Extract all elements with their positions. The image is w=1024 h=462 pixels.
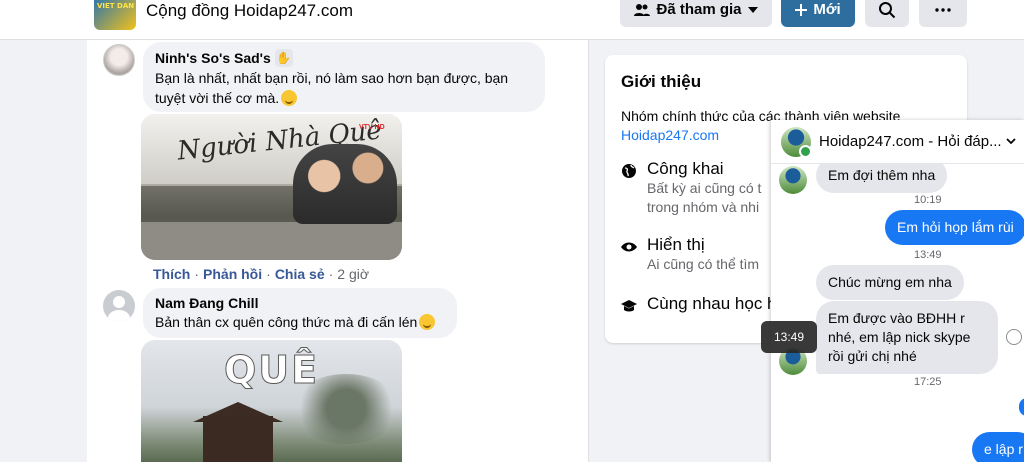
reply-link[interactable]: Phản hồi (203, 266, 262, 282)
commenter-avatar[interactable] (103, 44, 135, 76)
people-icon (634, 3, 651, 16)
chat-message-sent-edge (1019, 398, 1024, 416)
privacy-text: Công khai Bất kỳ ai cũng có t trong nhóm… (647, 159, 761, 217)
comment-actions: Thích · Phản hồi · Chia sẻ · 2 giờ (153, 266, 369, 282)
emoji-icon (419, 314, 436, 330)
group-logo-text: VIET DAN (97, 2, 135, 10)
globe-icon (622, 164, 636, 178)
search-button[interactable] (865, 0, 909, 27)
more-button[interactable] (919, 0, 967, 27)
feed-column: Ninh's So's Sad's ✋ Bạn là nhất, nhất bạ… (87, 40, 589, 462)
comment-image[interactable]: QUÊ (141, 340, 402, 462)
timestamp-tooltip: 13:49 (761, 321, 817, 353)
search-icon (879, 1, 896, 18)
chat-timestamp: 10:19 (914, 194, 942, 206)
separator: · (194, 266, 200, 282)
comment-author[interactable]: Ninh's So's Sad's (155, 50, 271, 66)
chat-message-sent[interactable]: Em hỏi họp lắm rùi (885, 210, 1024, 245)
chat-name: Hoidap247.com - Hỏi đáp... (819, 133, 1002, 150)
privacy-title: Công khai (647, 159, 724, 178)
chat-timestamp: 17:25 (914, 376, 942, 388)
react-icon[interactable] (1006, 329, 1022, 345)
separator: · (266, 266, 271, 282)
comment-bubble: Nam Đang Chill Bản thân cx quên công thứ… (143, 288, 457, 338)
chevron-down-icon (1005, 138, 1016, 145)
chat-body: Em đợi thêm nha 10:19 Em hỏi họp lắm rùi… (771, 158, 1024, 462)
group-logo[interactable]: VIET DAN (94, 0, 136, 30)
image-title: QUÊ (223, 348, 320, 393)
joined-label: Đã tham gia (656, 1, 742, 18)
comment-image[interactable]: Người Nhà Quê VTV HD (141, 114, 402, 260)
caret-down-icon (747, 6, 758, 13)
comment-text-row: Bạn là nhất, nhất bạn rồi, nó làm sao hơ… (155, 68, 533, 108)
learning-title: Cùng nhau học h (647, 294, 777, 313)
separator: · (328, 266, 334, 282)
emoji-icon (281, 90, 298, 106)
privacy-sub-1: Bất kỳ ai cũng có t (647, 180, 762, 196)
chat-header[interactable]: Hoidap247.com - Hỏi đáp... (771, 120, 1024, 164)
plus-icon (795, 3, 808, 16)
chat-panel: Hoidap247.com - Hỏi đáp... Em đợi thêm n… (771, 120, 1024, 462)
joined-button[interactable]: Đã tham gia (620, 0, 772, 27)
about-title: Giới thiệu (621, 72, 702, 91)
eye-icon (621, 242, 637, 252)
wave-badge-icon: ✋ (274, 49, 293, 67)
share-link[interactable]: Chia sẻ (275, 266, 325, 282)
chat-avatar (781, 126, 812, 158)
top-bar: VIET DAN Cộng đồng Hoidap247.com Đã tham… (0, 0, 1024, 40)
visibility-sub: Ai cũng có thể tìm (647, 256, 760, 272)
image-water (141, 222, 402, 260)
chat-message[interactable]: Em được vào BĐHH r nhé, em lập nick skyp… (816, 301, 998, 374)
chat-message-avatar (779, 166, 807, 194)
image-people (293, 144, 397, 224)
chat-message[interactable]: Chúc mừng em nha (816, 265, 964, 300)
image-house (203, 416, 273, 462)
graduation-cap-icon (621, 300, 637, 312)
tv-logo: VTV HD (359, 124, 385, 131)
visibility-row: Hiển thị Ai cũng có thể tìm (621, 235, 759, 274)
visibility-title: Hiển thị (647, 235, 705, 254)
comment-text: Bản thân cx quên công thức mà đi cấn lén (155, 314, 418, 330)
default-avatar[interactable] (103, 290, 135, 322)
comment-text: Bạn là nhất, nhất bạn rồi, nó làm sao hơ… (155, 70, 509, 106)
learning-row: Cùng nhau học h (621, 294, 777, 314)
new-post-button[interactable]: Mới (781, 0, 855, 27)
privacy-sub-2: trong nhóm và nhi (647, 199, 760, 215)
group-title[interactable]: Cộng đồng Hoidap247.com (146, 1, 353, 21)
visibility-text: Hiển thị Ai cũng có thể tìm (647, 235, 759, 274)
more-icon (935, 7, 951, 12)
comment-bubble: Ninh's So's Sad's ✋ Bạn là nhất, nhất bạ… (143, 42, 545, 112)
comment-time[interactable]: 2 giờ (337, 266, 369, 282)
comment-author-row: Ninh's So's Sad's ✋ (155, 49, 533, 67)
comment-author[interactable]: Nam Đang Chill (155, 295, 445, 311)
new-label: Mới (813, 1, 841, 18)
chat-timestamp: 13:49 (914, 249, 942, 261)
privacy-row: Công khai Bất kỳ ai cũng có t trong nhóm… (621, 159, 761, 217)
chat-message-sent[interactable]: e lập r (972, 432, 1024, 462)
comment-text-row: Bản thân cx quên công thức mà đi cấn lén (155, 312, 445, 332)
like-link[interactable]: Thích (153, 266, 190, 282)
